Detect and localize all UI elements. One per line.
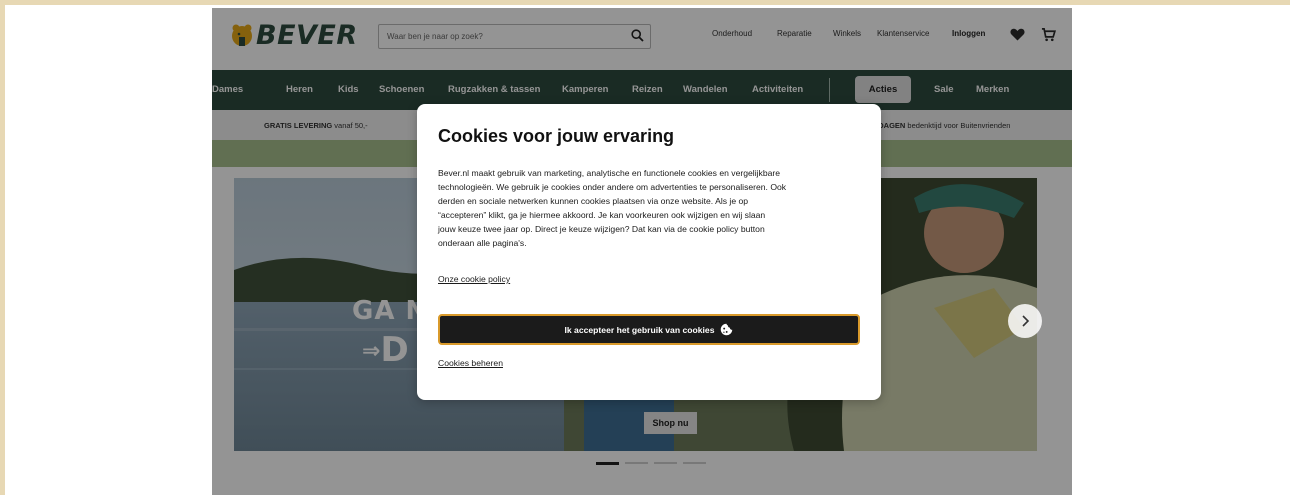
cookie-text-line: onderaan alle pagina's. xyxy=(438,238,527,249)
cookie-dialog-title: Cookies voor jouw ervaring xyxy=(438,126,675,146)
cookie-text-line: jouw keuze twee jaar op. Direct je keuze… xyxy=(438,224,765,235)
chevron-right-icon xyxy=(1022,315,1030,327)
cookie-icon xyxy=(721,323,733,336)
cookie-text-line: derden en sociale netwerken kunnen cooki… xyxy=(438,196,749,207)
cookie-dialog-body: Bever.nl maakt gebruik van marketing, an… xyxy=(438,166,868,251)
accept-cookies-label: Ik accepteer het gebruik van cookies xyxy=(564,324,715,335)
cookie-consent-dialog: Cookies voor jouw ervaring Bever.nl maak… xyxy=(417,104,881,400)
window-frame-top xyxy=(0,0,1290,5)
accept-cookies-button[interactable]: Ik accepteer het gebruik van cookies xyxy=(438,314,860,345)
cookie-policy-link[interactable]: Onze cookie policy xyxy=(438,274,510,284)
carousel-next-button[interactable] xyxy=(1008,304,1042,338)
window-frame-left xyxy=(0,0,5,495)
manage-cookies-link[interactable]: Cookies beheren xyxy=(438,358,503,368)
cookie-text-line: Bever.nl maakt gebruik van marketing, an… xyxy=(438,168,781,178)
cookie-text-line: technologieën. We gebruik je cookies ond… xyxy=(438,182,787,193)
cookie-text-line: “accepteren” klikt, ga je hiermee akkoor… xyxy=(438,210,766,221)
